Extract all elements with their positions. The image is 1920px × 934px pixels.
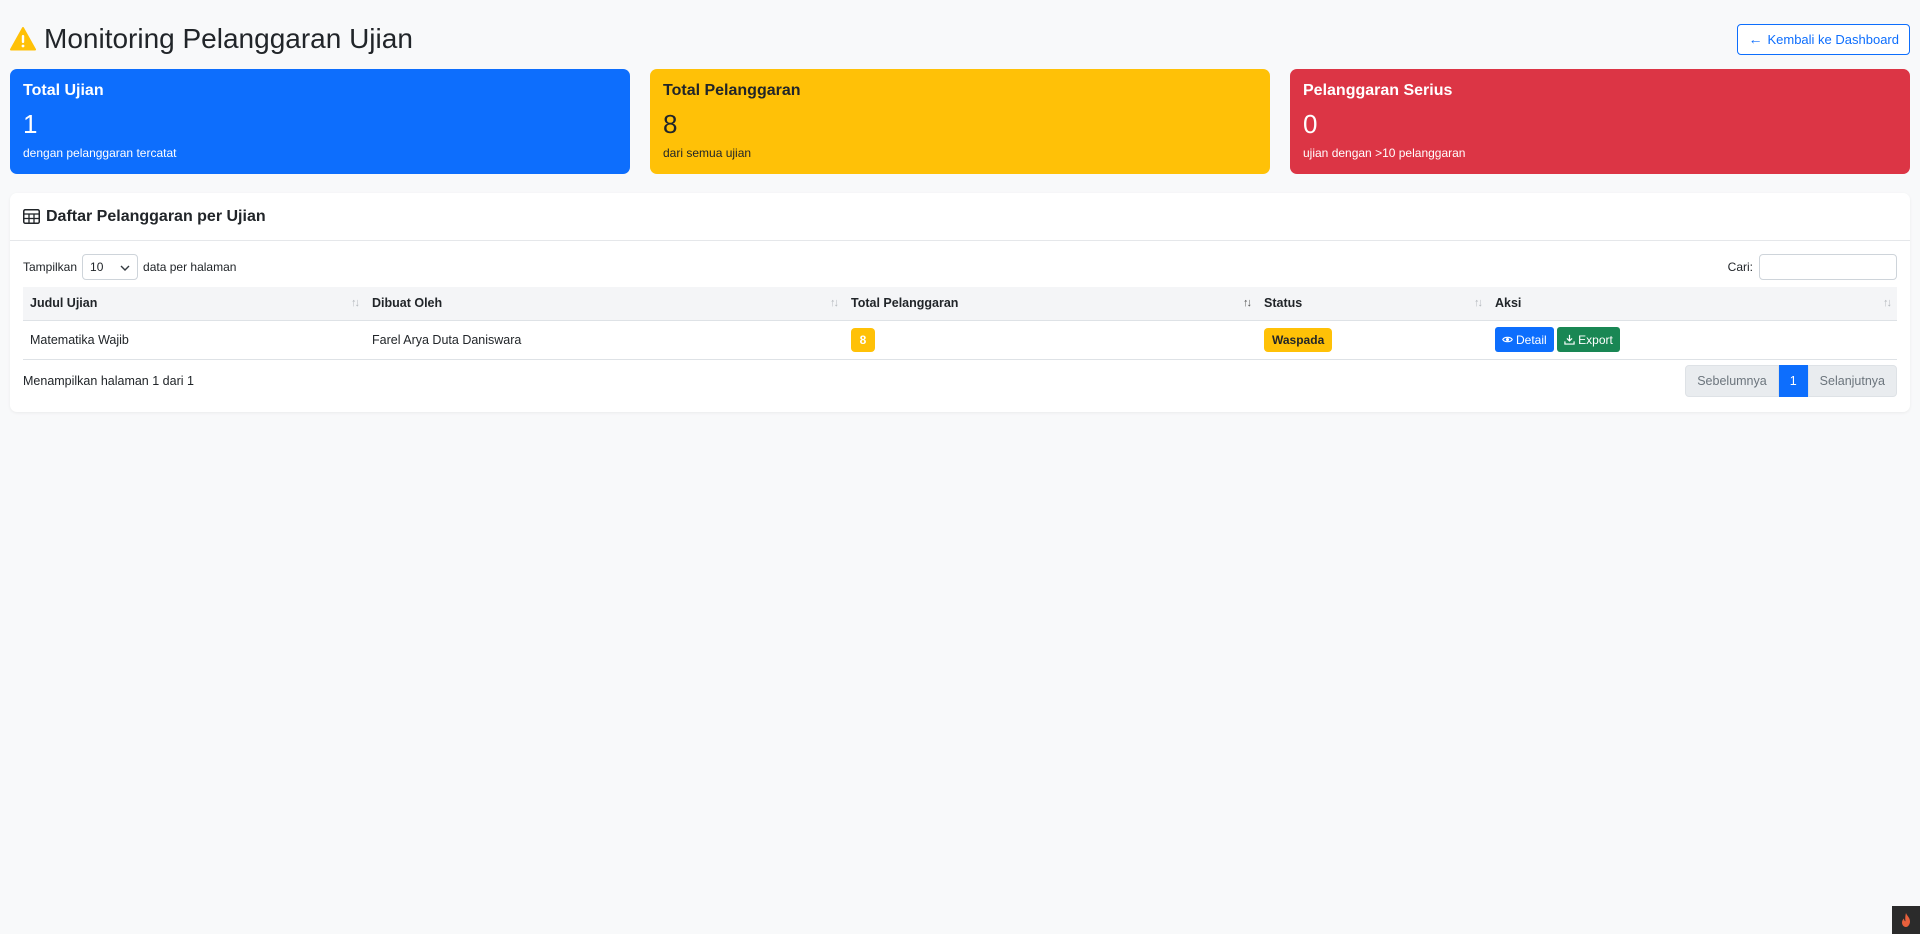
cell-judul: Matematika Wajib (30, 332, 129, 347)
length-suffix: data per halaman (143, 260, 237, 274)
table-card-header: Daftar Pelanggaran per Ujian (10, 193, 1910, 241)
table-card-title: Daftar Pelanggaran per Ujian (46, 207, 266, 225)
card-title: Total Pelanggaran (663, 82, 801, 99)
cell-dibuat-oleh: Farel Arya Duta Daniswara (372, 332, 522, 347)
page-title-text: Monitoring Pelanggaran Ujian (44, 23, 413, 54)
card-title: Pelanggaran Serius (1303, 82, 1453, 99)
warning-icon (10, 26, 36, 52)
arrow-left-icon: ← (1748, 31, 1763, 47)
cell-total: 8 (844, 320, 1257, 359)
stat-cards: Total Ujian 1 dengan pelanggaran tercata… (10, 69, 1910, 174)
column-header-status[interactable]: Status ↑↓ (1257, 287, 1488, 321)
export-button-label: Export (1578, 332, 1613, 347)
card-subtitle: dengan pelanggaran tercatat (23, 146, 177, 160)
column-header-aksi[interactable]: Aksi ↑↓ (1488, 287, 1897, 321)
table-icon (23, 209, 40, 224)
card-subtitle: dari semua ujian (663, 146, 752, 160)
pagination-page-1[interactable]: 1 (1778, 365, 1808, 397)
length-prefix: Tampilkan (23, 260, 78, 274)
column-header-judul[interactable]: Judul Ujian ↑↓ (23, 287, 365, 321)
detail-button[interactable]: Detail (1495, 327, 1554, 352)
card-total-ujian: Total Ujian 1 dengan pelanggaran tercata… (10, 69, 630, 174)
chevron-down-icon (120, 260, 130, 274)
back-to-dashboard-button[interactable]: ← Kembali ke Dashboard (1737, 23, 1910, 55)
page-length-value: 10 (90, 260, 104, 274)
card-pelanggaran-serius: Pelanggaran Serius 0 ujian dengan >10 pe… (1290, 69, 1910, 174)
search-label: Cari: (1727, 260, 1753, 274)
card-value: 1 (23, 109, 38, 139)
sort-icon: ↑↓ (830, 297, 839, 310)
export-button[interactable]: Export (1557, 327, 1620, 352)
card-subtitle: ujian dengan >10 pelanggaran (1303, 146, 1466, 160)
pagination-next-button[interactable]: Selanjutnya (1807, 365, 1897, 397)
page-title: Monitoring Pelanggaran Ujian (10, 23, 413, 55)
table-info: Menampilkan halaman 1 dari 1 (23, 374, 194, 388)
cell-aksi: Detail Export (1488, 320, 1897, 359)
card-title: Total Ujian (23, 82, 104, 99)
table-header-row: Judul Ujian ↑↓ Dibuat Oleh ↑↓ Total Pela… (23, 287, 1897, 321)
column-header-dibuat-oleh[interactable]: Dibuat Oleh ↑↓ (365, 287, 844, 321)
detail-button-label: Detail (1516, 332, 1547, 347)
card-value: 8 (663, 109, 678, 139)
card-value: 0 (1303, 109, 1318, 139)
sort-desc-icon: ↑↓ (1243, 297, 1252, 310)
pagination: Sebelumnya 1 Selanjutnya (1685, 365, 1897, 397)
status-badge: Waspada (1264, 327, 1333, 352)
page-length-control: Tampilkan 10 data per halaman (23, 254, 236, 280)
table-row: Matematika Wajib Farel Arya Duta Daniswa… (23, 320, 1897, 359)
violation-count-badge: 8 (851, 327, 875, 352)
violations-table: Judul Ujian ↑↓ Dibuat Oleh ↑↓ Total Pela… (23, 287, 1897, 360)
sort-icon: ↑↓ (1883, 297, 1892, 310)
cell-status: Waspada (1257, 320, 1488, 359)
eye-icon (1502, 336, 1513, 343)
sort-icon: ↑↓ (1474, 297, 1483, 310)
header: Monitoring Pelanggaran Ujian ← Kembali k… (10, 18, 1910, 60)
column-header-total[interactable]: Total Pelanggaran ↑↓ (844, 287, 1257, 321)
search-input[interactable] (1759, 254, 1897, 280)
card-total-pelanggaran: Total Pelanggaran 8 dari semua ujian (650, 69, 1270, 174)
table-controls: Tampilkan 10 data per halaman Cari: (23, 254, 1897, 280)
back-button-label: Kembali ke Dashboard (1767, 31, 1899, 47)
flame-icon[interactable] (1892, 906, 1920, 934)
page: Monitoring Pelanggaran Ujian ← Kembali k… (0, 0, 1920, 934)
table-footer: Menampilkan halaman 1 dari 1 Sebelumnya … (23, 365, 1897, 397)
sort-icon: ↑↓ (351, 297, 360, 310)
violations-table-card: Daftar Pelanggaran per Ujian Tampilkan 1… (10, 193, 1910, 412)
pagination-prev-button[interactable]: Sebelumnya (1685, 365, 1779, 397)
page-length-select[interactable]: 10 (82, 254, 139, 280)
download-icon (1564, 334, 1575, 345)
search-control: Cari: (1728, 254, 1897, 280)
